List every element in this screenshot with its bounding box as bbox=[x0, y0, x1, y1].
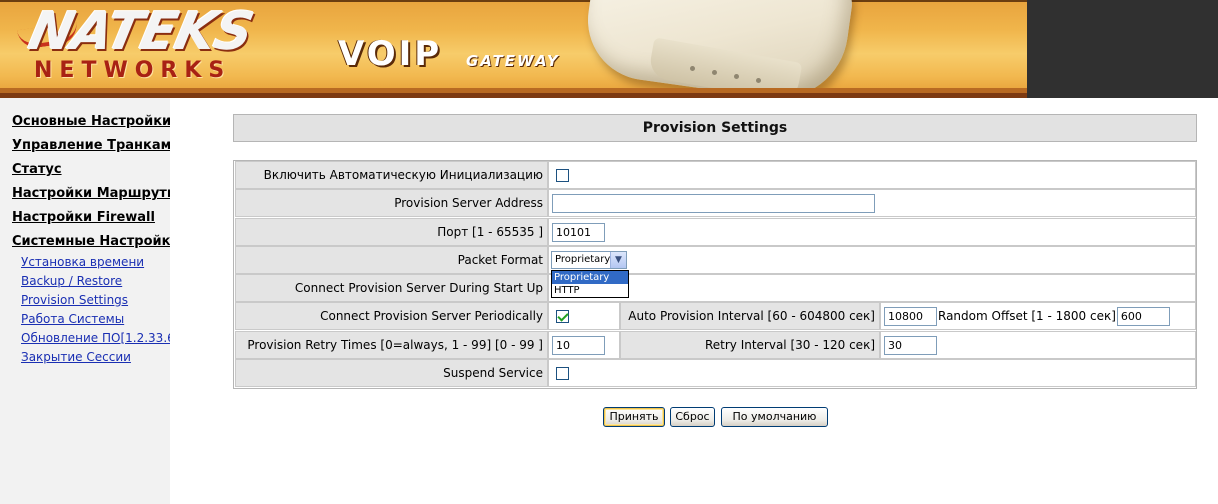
sidebar-subitem-backup-restore[interactable]: Backup / Restore bbox=[21, 274, 122, 288]
retry-interval-cell: 30 bbox=[880, 331, 1196, 359]
sidebar-item-main-settings[interactable]: Основные Настройки bbox=[12, 114, 170, 129]
packet-format-option-http[interactable]: HTTP bbox=[552, 284, 628, 297]
sidebar-item-system-settings[interactable]: Системные Настройки bbox=[12, 234, 170, 249]
auto-interval-cell: 10800 Random Offset [1 - 1800 сек] 600 bbox=[880, 302, 1196, 330]
sidebar-item-firewall-settings[interactable]: Настройки Firewall bbox=[12, 210, 155, 225]
sidebar-item-status[interactable]: Статус bbox=[12, 162, 62, 177]
chevron-down-icon[interactable]: ▼ bbox=[610, 252, 626, 268]
random-offset-input[interactable]: 600 bbox=[1116, 306, 1170, 326]
logo-sub-text: NETWORKS bbox=[34, 58, 232, 83]
page-title: Provision Settings bbox=[233, 114, 1197, 142]
suspend-label: Suspend Service bbox=[235, 359, 548, 387]
auto-init-label: Включить Автоматическую Инициализацию bbox=[235, 161, 548, 189]
banner: NATEKS NETWORKS VOIP GATEWAY bbox=[0, 0, 1027, 98]
retry-interval-input[interactable]: 30 bbox=[884, 335, 937, 355]
retry-times-cell: 10 bbox=[548, 331, 620, 359]
defaults-button[interactable]: По умолчанию bbox=[721, 407, 828, 427]
sidebar-subitem-time-setup[interactable]: Установка времени bbox=[21, 255, 144, 269]
auto-interval-input[interactable]: 10800 bbox=[884, 306, 937, 326]
port-cell: 10101 bbox=[548, 218, 1196, 246]
sidebar-subitem-firmware-update[interactable]: Обновление ПО[1.2.33.6-9] bbox=[21, 331, 170, 345]
retry-interval-label: Retry Interval [30 - 120 сек] bbox=[620, 331, 880, 359]
port-label: Порт [1 - 65535 ] bbox=[235, 218, 548, 246]
port-input[interactable]: 10101 bbox=[552, 222, 605, 242]
logo-main-text: NATEKS bbox=[23, 2, 258, 62]
packet-format-select[interactable]: Proprietary ▼ bbox=[551, 251, 627, 269]
apply-button[interactable]: Принять bbox=[603, 407, 665, 427]
reset-button[interactable]: Сброс bbox=[670, 407, 715, 427]
connect-periodic-cell bbox=[548, 302, 620, 330]
connect-periodic-checkbox[interactable] bbox=[556, 309, 569, 323]
server-address-input[interactable] bbox=[552, 193, 875, 213]
sidebar-item-trunk-management[interactable]: Управление Транками bbox=[12, 138, 170, 153]
packet-format-dropdown: Proprietary HTTP bbox=[551, 270, 629, 298]
sidebar-subitem-system-operation[interactable]: Работа Системы bbox=[21, 312, 124, 326]
auto-init-cell bbox=[548, 161, 1196, 189]
packet-format-label: Packet Format bbox=[235, 246, 548, 274]
packet-format-cell bbox=[548, 246, 1196, 274]
product-voip-text: VOIP bbox=[338, 34, 443, 74]
connect-startup-cell bbox=[548, 274, 1196, 302]
server-address-cell bbox=[548, 189, 1196, 217]
sidebar-subitem-provision-settings[interactable]: Provision Settings bbox=[21, 293, 128, 307]
retry-times-label: Provision Retry Times [0=always, 1 - 99]… bbox=[235, 331, 548, 359]
suspend-cell bbox=[548, 359, 1196, 387]
sidebar-subitem-close-session[interactable]: Закрытие Сессии bbox=[21, 350, 131, 364]
sidebar-item-routing-settings[interactable]: Настройки Маршрутизации bbox=[12, 186, 170, 201]
packet-format-option-proprietary[interactable]: Proprietary bbox=[552, 271, 628, 284]
random-offset-label: Random Offset [1 - 1800 сек] bbox=[938, 309, 1116, 323]
connect-startup-label: Connect Provision Server During Start Up bbox=[235, 274, 548, 302]
packet-format-selected: Proprietary bbox=[555, 254, 611, 265]
product-gateway-text: GATEWAY bbox=[466, 52, 560, 70]
header: NATEKS NETWORKS VOIP GATEWAY bbox=[0, 0, 1218, 98]
server-address-label: Provision Server Address bbox=[235, 189, 548, 217]
sidebar: Основные Настройки Управление Транками С… bbox=[0, 98, 170, 504]
suspend-checkbox[interactable] bbox=[556, 366, 569, 380]
auto-init-checkbox[interactable] bbox=[556, 168, 569, 182]
connect-periodic-label: Connect Provision Server Periodically bbox=[235, 302, 548, 330]
retry-times-input[interactable]: 10 bbox=[552, 335, 605, 355]
auto-interval-label: Auto Provision Interval [60 - 604800 сек… bbox=[620, 302, 880, 330]
